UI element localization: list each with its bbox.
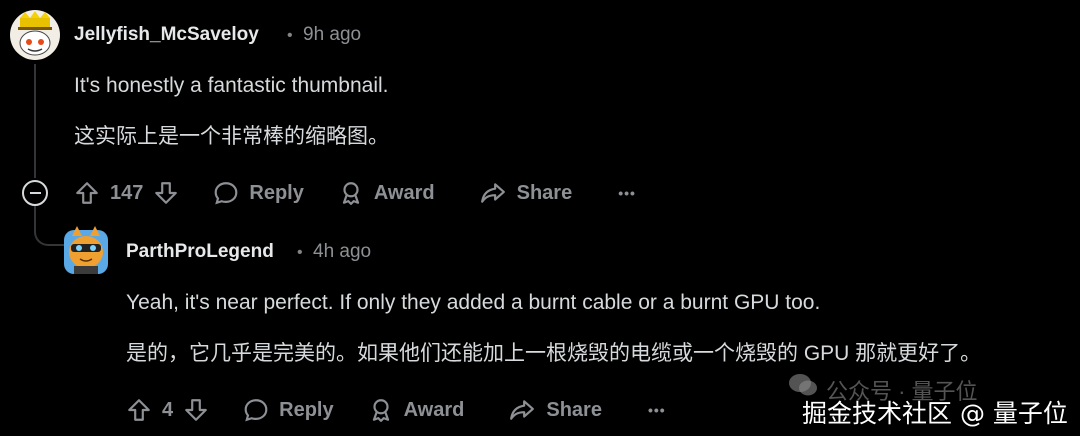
watermark-text: 掘金技术社区 @ 量子位 [802,399,1068,428]
avatar-jellyfish[interactable] [10,10,60,60]
upvote-icon [76,182,98,204]
collapse-thread-button[interactable] [22,180,48,206]
reply-label: Reply [249,181,304,204]
reply-button[interactable]: Reply [243,397,334,423]
award-icon [342,182,359,205]
comment-bubble-icon [214,182,238,205]
award-button[interactable]: Award [338,180,435,206]
more-options-icon: ••• [618,185,636,201]
upvote-button[interactable] [74,180,100,206]
comment-actions: 147 Reply Award Share ••• [74,176,636,210]
vote-count: 147 [110,181,144,204]
thread-line [34,64,36,178]
avatar-parthprolegend[interactable] [62,224,110,276]
award-button[interactable]: Award [368,397,465,423]
share-icon [510,400,535,420]
comment-bubble-icon [244,399,268,422]
vote-count: 4 [162,398,174,421]
share-button[interactable]: Share [479,180,573,206]
downvote-button[interactable] [183,397,209,423]
comment-text-english: Yeah, it's near perfect. If only they ad… [126,291,821,314]
award-icon [372,399,389,422]
share-label: Share [516,181,573,204]
more-options-button[interactable]: ••• [618,185,636,201]
upvote-icon [128,399,150,421]
more-options-button[interactable]: ••• [648,402,666,418]
comment-timestamp[interactable]: 9h ago [303,24,361,46]
comment-text-chinese: 是的，它几乎是完美的。如果他们还能加上一根烧毁的电缆或一个烧毁的 GPU 那就更… [126,342,982,365]
comment-text-english: It's honestly a fantastic thumbnail. [74,74,389,97]
comment-timestamp[interactable]: 4h ago [313,241,371,263]
award-label: Award [373,181,435,204]
comment-text-chinese: 这实际上是一个非常棒的缩略图。 [74,125,389,148]
comment-username[interactable]: ParthProLegend [126,241,274,263]
share-icon [480,183,505,203]
downvote-button[interactable] [153,180,179,206]
comment-actions: 4 Reply Award Share ••• [126,393,666,427]
more-options-icon: ••• [647,402,666,418]
comment-username[interactable]: Jellyfish_McSaveloy [74,24,259,46]
downvote-icon [185,399,207,421]
upvote-button[interactable] [126,397,152,423]
separator-dot: • [297,244,303,261]
share-label: Share [546,398,602,421]
separator-dot: • [287,27,293,44]
share-button[interactable]: Share [508,397,602,423]
award-label: Award [403,398,465,421]
downvote-icon [155,182,178,204]
reply-button[interactable]: Reply [213,180,304,206]
reply-label: Reply [279,398,334,421]
